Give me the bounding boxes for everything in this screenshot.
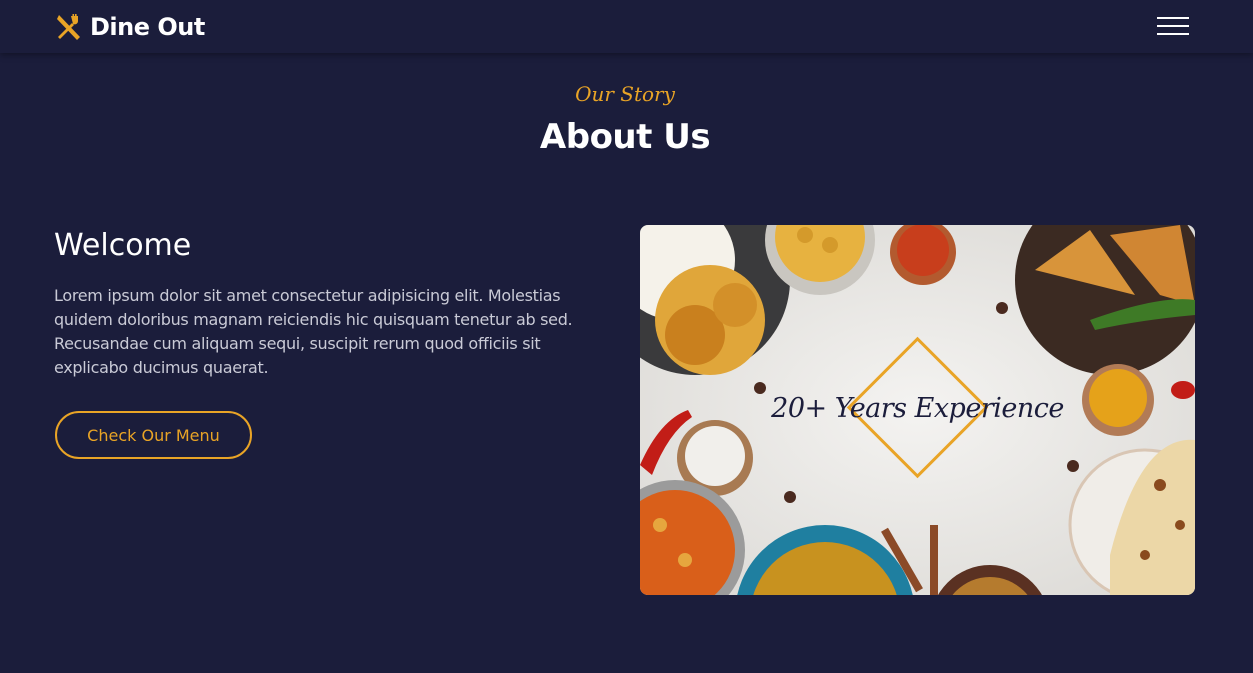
welcome-heading: Welcome <box>54 228 192 263</box>
navbar: Dine Out <box>0 0 1253 53</box>
page-title: About Us <box>539 117 711 157</box>
check-menu-button[interactable]: Check Our Menu <box>55 411 252 459</box>
brand-logo[interactable]: Dine Out <box>54 10 205 44</box>
section-eyebrow: Our Story <box>575 82 675 106</box>
experience-badge: 20+ Years Experience <box>771 393 1064 424</box>
welcome-paragraph: Lorem ipsum dolor sit amet consectetur a… <box>54 286 573 377</box>
brand-name: Dine Out <box>90 13 205 41</box>
food-hero-image: 20+ Years Experience <box>640 225 1195 595</box>
fork-knife-icon <box>57 14 80 40</box>
hamburger-menu-icon[interactable] <box>1157 15 1189 37</box>
